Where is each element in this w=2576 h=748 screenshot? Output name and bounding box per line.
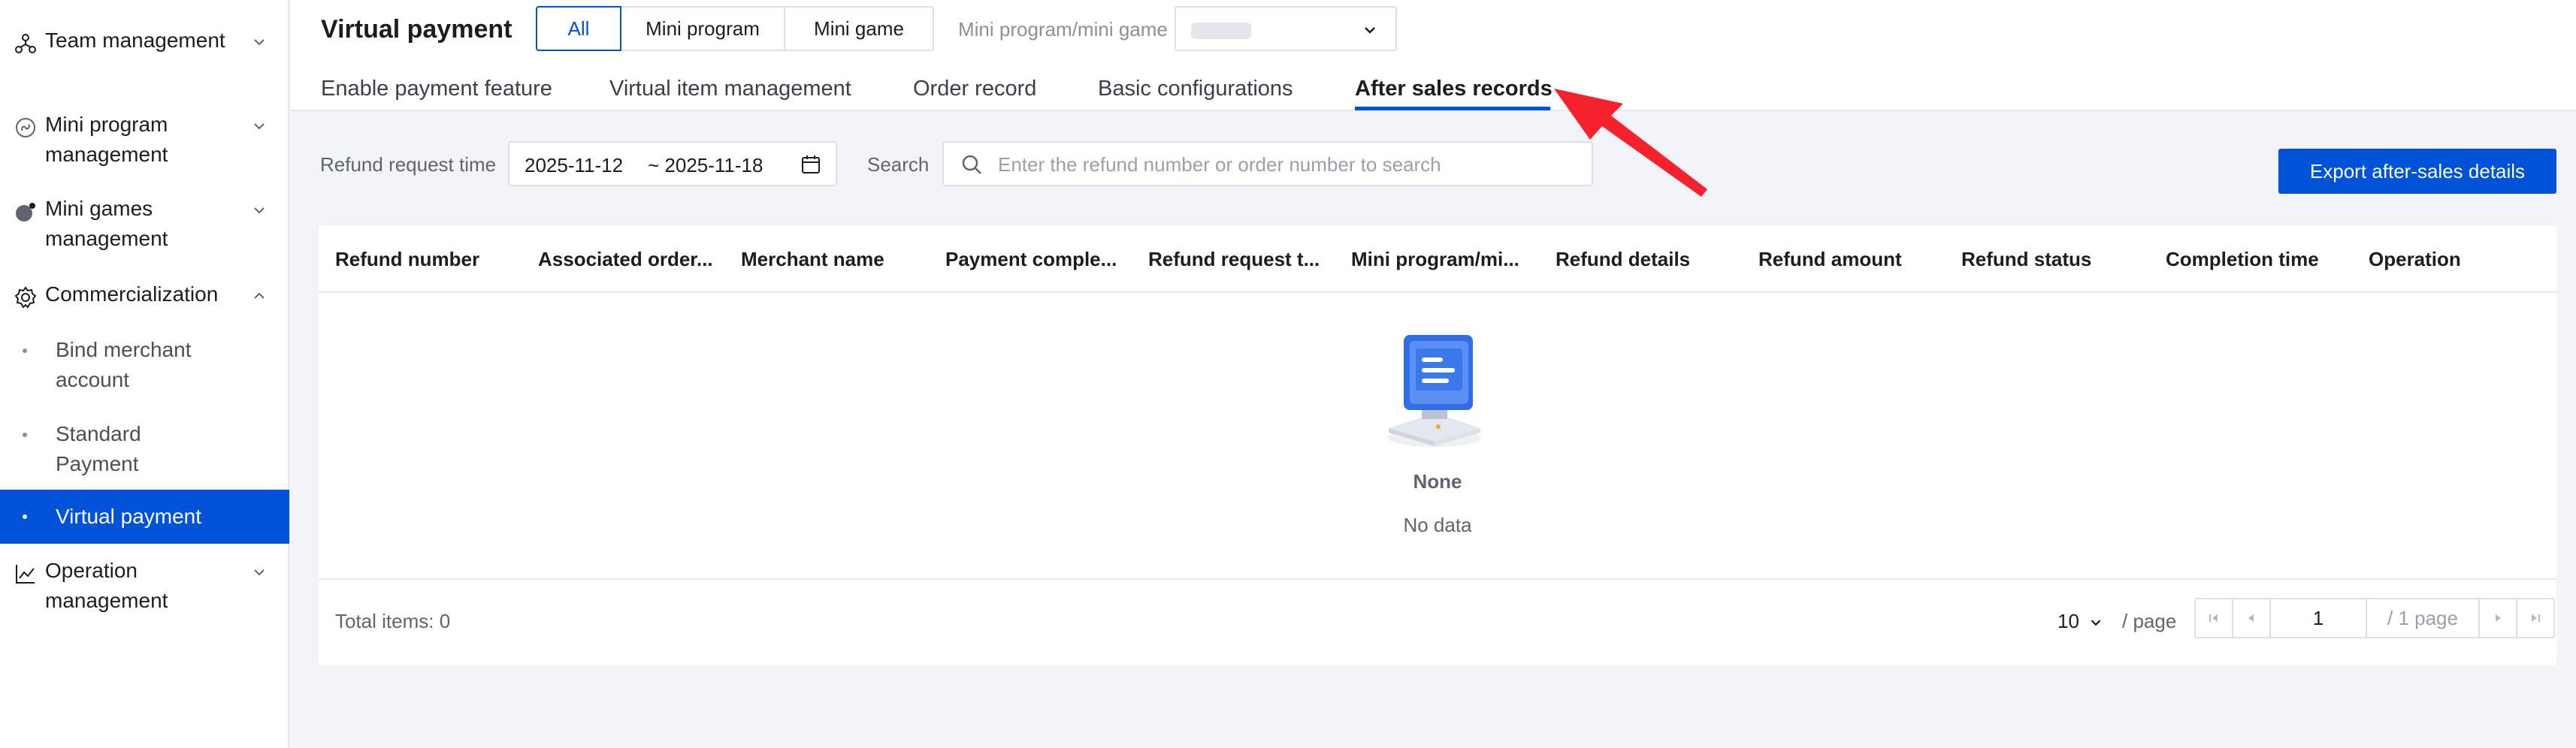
chart-icon bbox=[16, 565, 35, 584]
date-end: ~ 2025-11-18 bbox=[648, 154, 763, 176]
search-box bbox=[942, 141, 1593, 186]
sidebar-item-mini-program-management[interactable]: Mini program management bbox=[0, 110, 289, 170]
empty-state-icon bbox=[1388, 335, 1481, 447]
last-page-icon bbox=[2532, 614, 2540, 622]
sidebar-item-label: Commercialization bbox=[45, 282, 219, 306]
sidebar-subitem-standard-payment[interactable]: Standard Payment bbox=[0, 419, 289, 482]
page-number-input[interactable] bbox=[2271, 599, 2367, 637]
sidebar-subitem-virtual-payment[interactable]: Virtual payment bbox=[0, 490, 289, 544]
tab-basic-configurations[interactable]: Basic configurations bbox=[1098, 74, 1293, 104]
calendar-icon bbox=[802, 155, 820, 173]
sidebar-item-label: Mini games management bbox=[45, 197, 168, 250]
after-sales-table: Refund number Associated order... Mercha… bbox=[319, 225, 2556, 665]
sidebar-item-mini-games-management[interactable]: Mini games management bbox=[0, 194, 289, 254]
column-header: Merchant name bbox=[741, 248, 884, 270]
sidebar-item-team-management[interactable]: Team management bbox=[0, 26, 289, 56]
team-icon bbox=[15, 34, 36, 53]
bullet-dot bbox=[23, 433, 27, 437]
column-header: Operation bbox=[2369, 248, 2461, 270]
prev-page-icon bbox=[2248, 614, 2254, 622]
page-size-value: 10 bbox=[2057, 610, 2079, 632]
column-header: Refund amount bbox=[1758, 248, 1902, 270]
mini-game-icon bbox=[16, 203, 35, 222]
gear-icon bbox=[14, 286, 37, 309]
date-start: 2025-11-12 bbox=[525, 154, 624, 176]
chevron-down-icon bbox=[1365, 27, 1375, 34]
filter-label: Mini program/mini game bbox=[958, 18, 1168, 41]
page-size-select[interactable]: 10 bbox=[2057, 610, 2104, 633]
segment-mini-program[interactable]: Mini program bbox=[620, 6, 785, 51]
empty-state-subtitle: No data bbox=[1403, 514, 1472, 536]
sidebar-item-label: Team management bbox=[45, 29, 225, 52]
next-page-button[interactable] bbox=[2478, 599, 2516, 637]
column-header: Refund details bbox=[1556, 248, 1691, 270]
chevron-down-icon bbox=[254, 39, 265, 46]
refund-request-time-label: Refund request time bbox=[320, 153, 497, 176]
date-range-picker[interactable]: 2025-11-12 ~ 2025-11-18 bbox=[508, 141, 837, 186]
active-tab-indicator bbox=[1355, 107, 1550, 110]
total-pages: / 1 page bbox=[2387, 607, 2458, 629]
segment-mini-game[interactable]: Mini game bbox=[784, 6, 934, 51]
column-header: Mini program/mi... bbox=[1351, 248, 1519, 270]
total-items: Total items: 0 bbox=[335, 610, 451, 632]
chevron-down-icon bbox=[254, 123, 265, 130]
column-header: Refund status bbox=[1961, 248, 2092, 270]
first-page-button[interactable] bbox=[2196, 599, 2233, 637]
prev-page-button[interactable] bbox=[2233, 599, 2271, 637]
column-header: Refund number bbox=[335, 248, 480, 270]
chevron-up-icon bbox=[254, 292, 265, 299]
mini-program-icon bbox=[16, 118, 35, 137]
per-page-label: / page bbox=[2122, 610, 2177, 632]
chevron-down-icon bbox=[254, 207, 265, 214]
column-header: Associated order... bbox=[538, 248, 713, 270]
sidebar-item-label: Mini program management bbox=[45, 113, 168, 166]
segment-all[interactable]: All bbox=[536, 6, 621, 51]
table-footer: Total items: 0 10 / page / 1 page bbox=[319, 578, 2556, 665]
mini-program-select[interactable] bbox=[1175, 6, 1397, 51]
chevron-down-icon bbox=[2091, 620, 2101, 626]
sidebar-item-label: Operation management bbox=[45, 559, 168, 612]
last-page-button[interactable] bbox=[2516, 599, 2553, 637]
search-input[interactable] bbox=[998, 149, 1577, 180]
tab-order-record[interactable]: Order record bbox=[913, 74, 1036, 104]
sidebar-subitem-label: Bind merchant account bbox=[56, 338, 192, 391]
redacted-value bbox=[1191, 23, 1251, 39]
sidebar: Team management Mini program management … bbox=[0, 0, 289, 748]
bullet-dot bbox=[23, 348, 27, 353]
export-after-sales-button[interactable]: Export after-sales details bbox=[2278, 149, 2556, 194]
pager: / 1 page bbox=[2194, 598, 2555, 638]
sidebar-item-commercialization[interactable]: Commercialization bbox=[0, 279, 289, 309]
column-header: Completion time bbox=[2166, 248, 2319, 270]
first-page-icon bbox=[2209, 614, 2218, 622]
empty-state-title: None bbox=[1413, 470, 1462, 493]
sidebar-subitem-label: Virtual payment bbox=[56, 505, 202, 528]
annotation-arrow-icon bbox=[1554, 89, 1707, 197]
sidebar-subitem-label: Standard Payment bbox=[56, 422, 141, 475]
search-icon bbox=[962, 155, 981, 174]
page-title: Virtual payment bbox=[321, 15, 512, 44]
bullet-dot bbox=[23, 514, 27, 519]
tab-after-sales-records[interactable]: After sales records bbox=[1355, 74, 1553, 104]
column-header: Payment comple... bbox=[945, 248, 1117, 270]
sidebar-item-operation-management[interactable]: Operation management bbox=[0, 556, 289, 616]
next-page-icon bbox=[2496, 614, 2501, 622]
tab-enable-payment-feature[interactable]: Enable payment feature bbox=[321, 74, 552, 104]
sidebar-subitem-bind-merchant-account[interactable]: Bind merchant account bbox=[0, 335, 289, 398]
column-header: Refund request t... bbox=[1148, 248, 1320, 270]
tab-virtual-item-management[interactable]: Virtual item management bbox=[609, 74, 851, 104]
table-header: Refund number Associated order... Mercha… bbox=[319, 225, 2556, 293]
search-label: Search bbox=[867, 153, 930, 176]
chevron-down-icon bbox=[254, 569, 265, 576]
page-header: Virtual payment All Mini program Mini ga… bbox=[291, 0, 2576, 111]
